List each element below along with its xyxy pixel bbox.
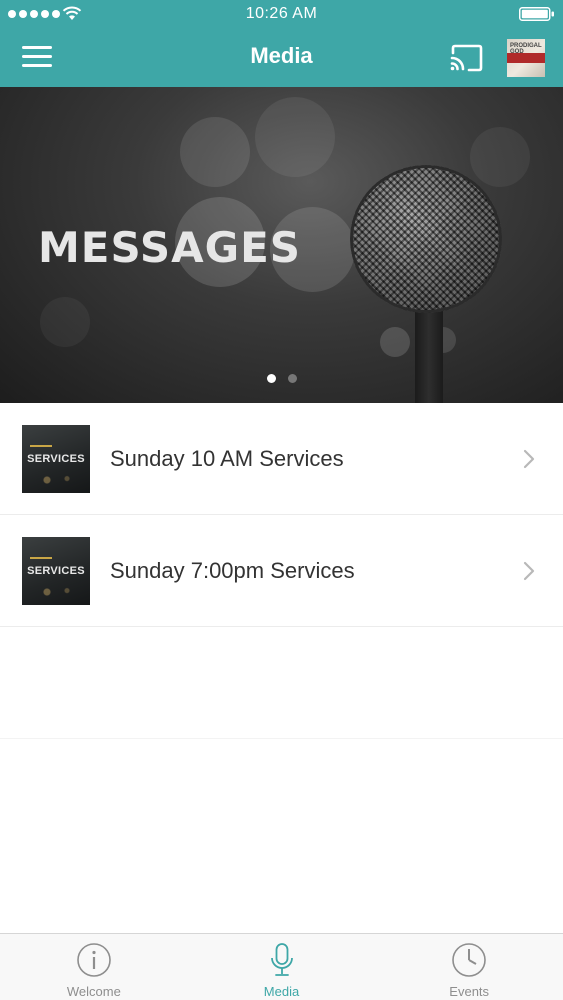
- avatar-text: PRODIGAL GOD: [510, 43, 542, 55]
- media-screen: 10:26 AM Media PRODIGAL GOD MESSAGES SER…: [0, 0, 563, 1000]
- series-thumbnail: SERVICES: [22, 537, 90, 605]
- tab-events[interactable]: Events: [375, 934, 563, 1000]
- thumbnail-text: SERVICES: [27, 565, 85, 577]
- tab-welcome[interactable]: Welcome: [0, 934, 188, 1000]
- cast-icon[interactable]: [449, 44, 483, 72]
- thumbnail-text: SERVICES: [27, 453, 85, 465]
- page-dot[interactable]: [287, 374, 297, 383]
- carousel-page-indicator[interactable]: [0, 374, 563, 383]
- series-thumbnail: SERVICES: [22, 425, 90, 493]
- banner-title: MESSAGES: [38, 223, 302, 272]
- tab-label: Welcome: [66, 984, 121, 999]
- status-bar: 10:26 AM: [0, 0, 563, 28]
- clock-icon: [452, 943, 486, 977]
- list-item[interactable]: SERVICES Sunday 7:00pm Services: [0, 515, 563, 627]
- avatar[interactable]: PRODIGAL GOD: [507, 39, 545, 77]
- list-item-label: Sunday 10 AM Services: [110, 446, 344, 471]
- list-item-label: Sunday 7:00pm Services: [110, 558, 355, 583]
- tab-bar: Welcome Media Events: [0, 933, 563, 1000]
- battery-icon: [519, 7, 554, 21]
- tab-label: Events: [449, 984, 490, 999]
- list-item[interactable]: SERVICES Sunday 10 AM Services: [0, 403, 563, 515]
- messages-banner[interactable]: MESSAGES: [0, 87, 563, 403]
- app-header: 10:26 AM Media PRODIGAL GOD: [0, 0, 563, 87]
- navigation-bar: Media PRODIGAL GOD: [0, 28, 563, 87]
- chevron-right-icon: [523, 561, 535, 581]
- page-dot-active[interactable]: [266, 374, 276, 383]
- status-time: 10:26 AM: [245, 5, 318, 22]
- chevron-right-icon: [523, 449, 535, 469]
- info-icon: [77, 943, 111, 977]
- microphone-image: [350, 165, 502, 313]
- tab-media[interactable]: Media: [188, 934, 376, 1000]
- tab-label: Media: [263, 984, 300, 999]
- media-list: SERVICES Sunday 10 AM Services SERVICES …: [0, 403, 563, 627]
- microphone-stand: [415, 311, 443, 403]
- microphone-icon: [270, 943, 293, 976]
- divider: [0, 738, 563, 739]
